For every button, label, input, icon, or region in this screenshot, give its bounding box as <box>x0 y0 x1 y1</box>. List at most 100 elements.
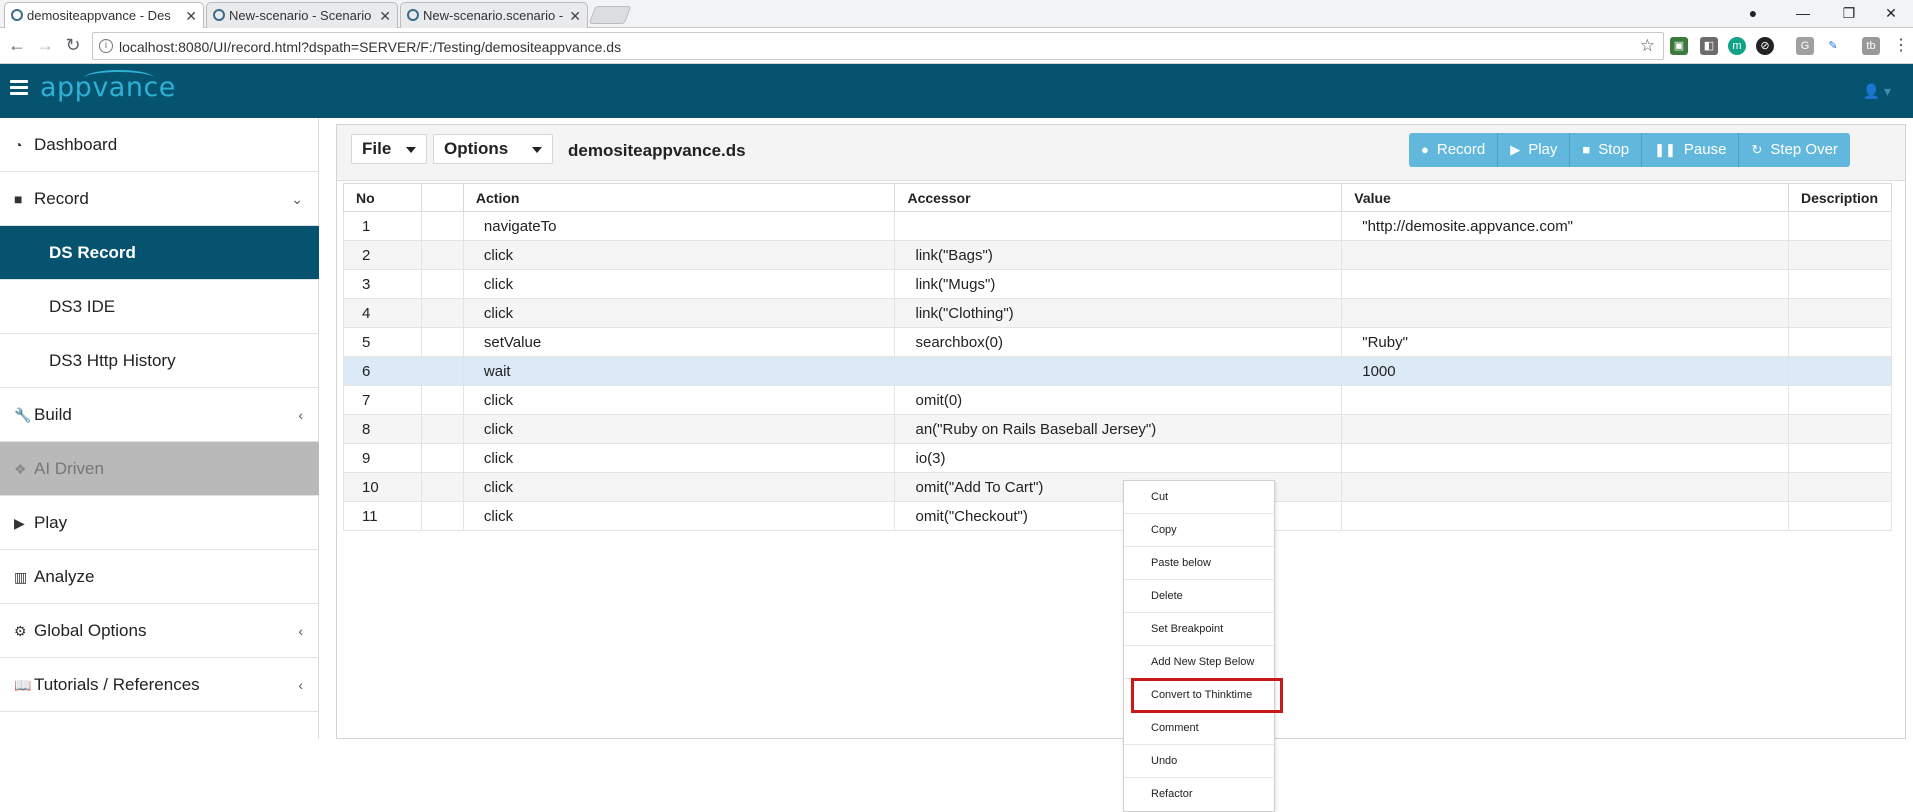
cell-description[interactable] <box>1787 501 1893 531</box>
cell-description[interactable] <box>1787 472 1893 502</box>
cell-action[interactable]: navigateTo <box>462 211 896 241</box>
extension-m-icon[interactable]: m <box>1728 37 1746 55</box>
sidebar-item-tutorials[interactable]: 📖 Tutorials / References ‹ <box>0 658 319 712</box>
context-menu-item-paste-below[interactable]: Paste below <box>1124 547 1274 580</box>
cell-value[interactable] <box>1341 472 1789 502</box>
sidebar-item-record[interactable]: ■ Record ⌄ <box>0 172 319 226</box>
profile-icon[interactable]: ● <box>1730 0 1776 28</box>
cell-no[interactable]: 6 <box>343 356 422 386</box>
cell-action[interactable]: click <box>462 240 896 270</box>
context-menu-item-copy[interactable]: Copy <box>1124 514 1274 547</box>
cell-accessor[interactable] <box>894 356 1343 386</box>
context-menu-item-set-breakpoint[interactable]: Set Breakpoint <box>1124 613 1274 646</box>
context-menu-item-undo[interactable]: Undo <box>1124 745 1274 778</box>
cell-no[interactable]: 11 <box>343 501 422 531</box>
back-icon[interactable]: ← <box>6 34 28 56</box>
table-row[interactable]: 2 click link("Bags") <box>343 240 1893 270</box>
cell-accessor[interactable] <box>894 211 1343 241</box>
cell-breakpoint[interactable] <box>420 443 464 473</box>
browser-tab[interactable]: New-scenario - Scenario ✕ <box>206 2 398 28</box>
column-header-action[interactable]: Action <box>462 183 896 212</box>
sidebar-item-ds3-ide[interactable]: DS3 IDE <box>0 280 319 334</box>
column-header-accessor[interactable]: Accessor <box>894 183 1343 212</box>
cell-breakpoint[interactable] <box>420 327 464 357</box>
cell-value[interactable]: 1000 <box>1341 356 1789 386</box>
table-row[interactable]: 10 click omit("Add To Cart") <box>343 472 1893 502</box>
cell-no[interactable]: 4 <box>343 298 422 328</box>
cell-breakpoint[interactable] <box>420 501 464 531</box>
cell-accessor[interactable]: an("Ruby on Rails Baseball Jersey") <box>894 414 1343 444</box>
sidebar-item-play[interactable]: ▶ Play <box>0 496 319 550</box>
cell-accessor[interactable]: searchbox(0) <box>894 327 1343 357</box>
context-menu-item-cut[interactable]: Cut <box>1124 481 1274 514</box>
cell-no[interactable]: 5 <box>343 327 422 357</box>
step-over-button[interactable]: ↻ Step Over <box>1739 133 1850 167</box>
cell-breakpoint[interactable] <box>420 298 464 328</box>
reload-icon[interactable]: ↻ <box>62 34 84 56</box>
cell-no[interactable]: 3 <box>343 269 422 299</box>
user-menu-icon[interactable]: 👤 ▾ <box>1863 83 1891 100</box>
column-header-description[interactable]: Description <box>1787 183 1893 212</box>
cell-accessor[interactable]: io(3) <box>894 443 1343 473</box>
cell-breakpoint[interactable] <box>420 385 464 415</box>
cell-description[interactable] <box>1787 414 1893 444</box>
table-row[interactable]: 4 click link("Clothing") <box>343 298 1893 328</box>
cell-action[interactable]: setValue <box>462 327 896 357</box>
cell-no[interactable]: 1 <box>343 211 422 241</box>
context-menu-item-refactor[interactable]: Refactor <box>1124 778 1274 811</box>
cell-action[interactable]: click <box>462 501 896 531</box>
cell-value[interactable] <box>1341 443 1789 473</box>
cell-action[interactable]: wait <box>462 356 896 386</box>
column-header-value[interactable]: Value <box>1341 183 1789 212</box>
close-icon[interactable]: ✕ <box>185 3 197 29</box>
cell-description[interactable] <box>1787 298 1893 328</box>
cell-description[interactable] <box>1787 269 1893 299</box>
extension-tb-icon[interactable]: tb <box>1862 37 1880 55</box>
hamburger-menu-icon[interactable] <box>10 80 28 95</box>
column-header-no[interactable]: No <box>343 183 422 212</box>
cell-breakpoint[interactable] <box>420 472 464 502</box>
url-input[interactable]: i localhost:8080/UI/record.html?dspath=S… <box>92 32 1664 60</box>
sidebar-item-ai-driven[interactable]: ❖ AI Driven <box>0 442 319 496</box>
cell-accessor[interactable]: link("Clothing") <box>894 298 1343 328</box>
cell-action[interactable]: click <box>462 385 896 415</box>
cell-no[interactable]: 8 <box>343 414 422 444</box>
cell-description[interactable] <box>1787 385 1893 415</box>
cell-accessor[interactable]: link("Bags") <box>894 240 1343 270</box>
table-row[interactable]: 3 click link("Mugs") <box>343 269 1893 299</box>
cell-action[interactable]: click <box>462 269 896 299</box>
file-dropdown[interactable]: File <box>351 134 427 164</box>
cell-value[interactable] <box>1341 240 1789 270</box>
cell-breakpoint[interactable] <box>420 240 464 270</box>
extension-g-icon[interactable]: G <box>1796 37 1814 55</box>
cell-value[interactable] <box>1341 269 1789 299</box>
sidebar-item-global-options[interactable]: ⚙ Global Options ‹ <box>0 604 319 658</box>
cell-breakpoint[interactable] <box>420 414 464 444</box>
sidebar-item-build[interactable]: 🔧 Build ‹ <box>0 388 319 442</box>
table-row[interactable]: 6 wait 1000 <box>343 356 1893 386</box>
forward-icon[interactable]: → <box>34 34 56 56</box>
cell-breakpoint[interactable] <box>420 269 464 299</box>
info-icon[interactable]: i <box>99 39 113 53</box>
table-row[interactable]: 8 click an("Ruby on Rails Baseball Jersey"… <box>343 414 1893 444</box>
pause-button[interactable]: ❚❚ Pause <box>1642 133 1740 167</box>
extension-image-icon[interactable]: ▣ <box>1670 37 1688 55</box>
cell-accessor[interactable]: omit(0) <box>894 385 1343 415</box>
sidebar-item-ds-record[interactable]: DS Record <box>0 226 319 280</box>
cell-no[interactable]: 2 <box>343 240 422 270</box>
table-row[interactable]: 9 click io(3) <box>343 443 1893 473</box>
minimize-icon[interactable]: — <box>1780 0 1826 28</box>
context-menu-item-comment[interactable]: Comment <box>1124 712 1274 745</box>
table-row[interactable]: 7 click omit(0) <box>343 385 1893 415</box>
cell-breakpoint[interactable] <box>420 356 464 386</box>
extension-block-icon[interactable]: ⊘ <box>1756 37 1774 55</box>
cell-action[interactable]: click <box>462 472 896 502</box>
sidebar-item-analyze[interactable]: ▥ Analyze <box>0 550 319 604</box>
cell-description[interactable] <box>1787 356 1893 386</box>
context-menu-item-add-new-step-below[interactable]: Add New Step Below <box>1124 646 1274 679</box>
cell-value[interactable]: "http://demosite.appvance.com" <box>1341 211 1789 241</box>
browser-menu-icon[interactable]: ⋮ <box>1892 37 1910 55</box>
cell-action[interactable]: click <box>462 298 896 328</box>
cell-description[interactable] <box>1787 443 1893 473</box>
options-dropdown[interactable]: Options <box>433 134 553 164</box>
